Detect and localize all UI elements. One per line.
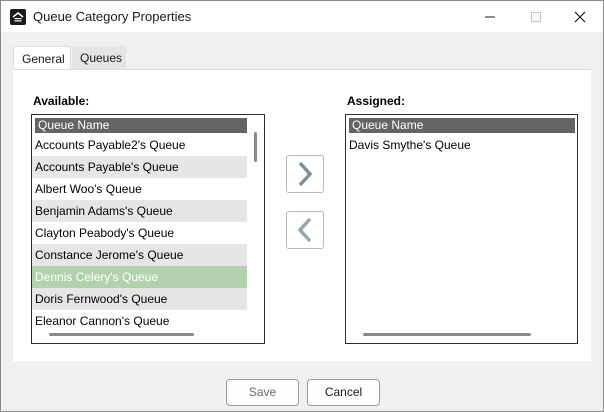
available-label: Available: — [33, 94, 90, 108]
maximize-icon — [531, 11, 541, 22]
assigned-column-header[interactable]: Queue Name — [349, 118, 575, 133]
list-item[interactable]: Benjamin Adams's Queue — [32, 200, 247, 222]
add-to-assigned-button[interactable] — [286, 155, 324, 193]
list-item[interactable]: Davis Smythe's Queue — [346, 134, 575, 156]
app-icon — [10, 9, 26, 25]
title-bar: Queue Category Properties — [1, 1, 603, 32]
tab-general[interactable]: General — [13, 46, 71, 70]
assigned-horizontal-scrollbar[interactable] — [363, 333, 531, 336]
list-item[interactable]: Eleanor Cannon's Queue — [32, 310, 247, 332]
list-item[interactable]: Accounts Payable2's Queue — [32, 134, 247, 156]
available-horizontal-scrollbar[interactable] — [49, 333, 194, 336]
minimize-button[interactable] — [467, 1, 513, 32]
assigned-listbox[interactable]: Queue Name Davis Smythe's Queue — [345, 114, 578, 344]
remove-from-assigned-button[interactable] — [286, 211, 324, 249]
available-listbox[interactable]: Queue Name Accounts Payable2's Queue Acc… — [31, 114, 265, 344]
cancel-button[interactable]: Cancel — [307, 379, 380, 406]
window-title: Queue Category Properties — [33, 9, 192, 24]
close-icon — [574, 11, 586, 22]
tab-queues[interactable]: Queues — [72, 46, 126, 70]
list-item[interactable]: Albert Woo's Queue — [32, 178, 247, 200]
list-item-selected[interactable]: Dennis Celery's Queue — [32, 266, 247, 288]
close-button[interactable] — [557, 1, 603, 32]
queue-category-properties-dialog: Queue Category Properties General Queues… — [0, 0, 604, 412]
list-item[interactable]: Accounts Payable's Queue — [32, 156, 247, 178]
chevron-right-icon — [298, 161, 313, 187]
save-button[interactable]: Save — [226, 379, 299, 406]
available-column-header[interactable]: Queue Name — [35, 118, 247, 133]
available-vertical-scrollbar[interactable] — [254, 132, 257, 162]
assigned-label: Assigned: — [347, 94, 406, 108]
list-item[interactable]: Doris Fernwood's Queue — [32, 288, 247, 310]
maximize-button[interactable] — [513, 1, 559, 32]
chevron-left-icon — [297, 217, 312, 243]
list-item[interactable]: Clayton Peabody's Queue — [32, 222, 247, 244]
list-item[interactable]: Constance Jerome's Queue — [32, 244, 247, 266]
minimize-icon — [485, 16, 495, 17]
